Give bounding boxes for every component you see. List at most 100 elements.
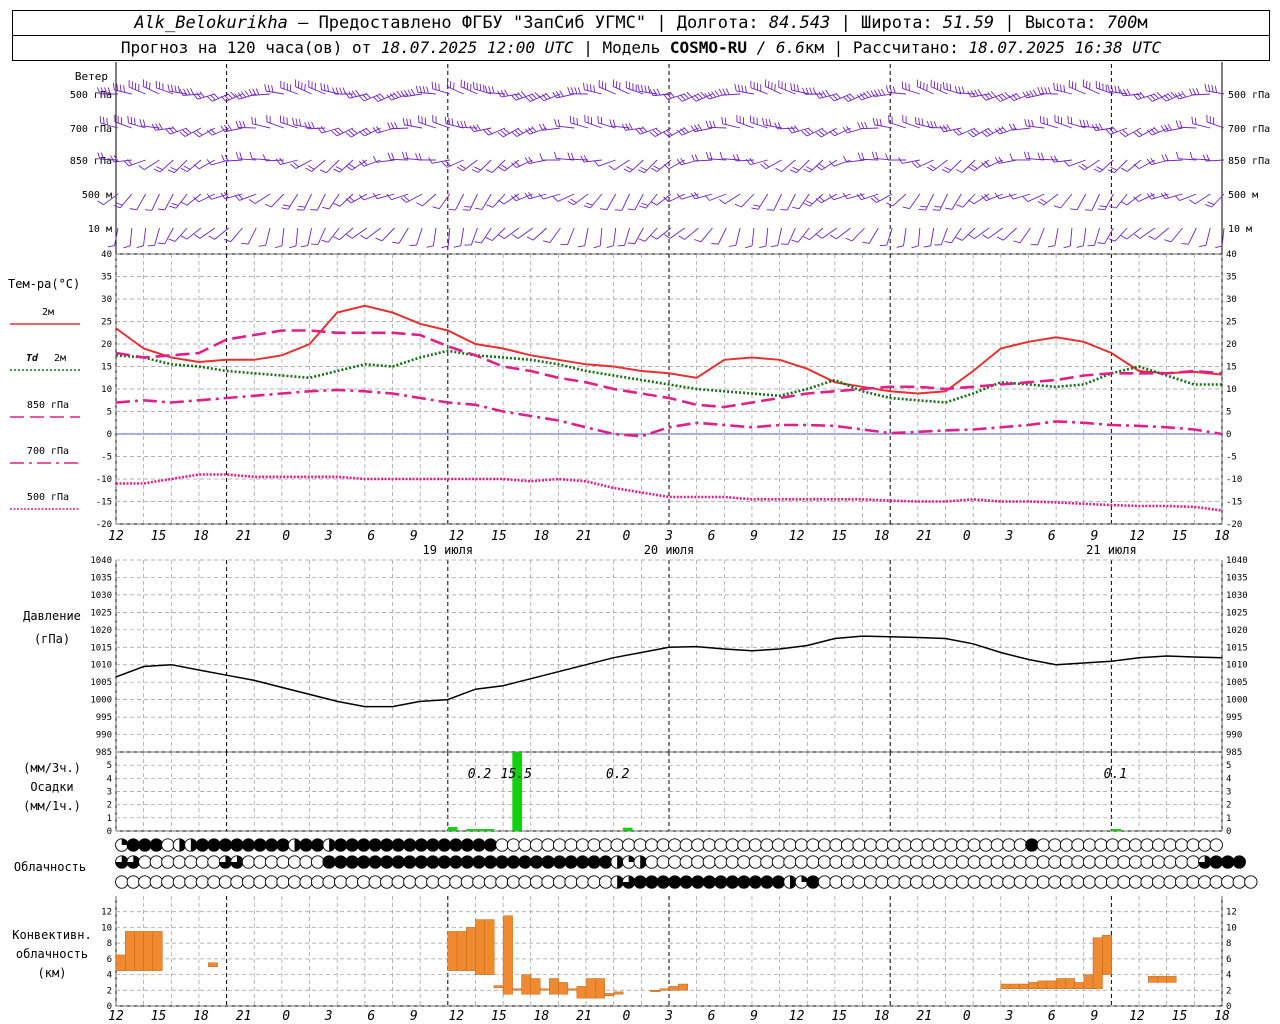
cloud-cover-symbol bbox=[783, 875, 797, 889]
cloud-cover-symbol bbox=[817, 855, 832, 869]
wind-barb-shaft bbox=[1054, 121, 1073, 129]
cloud-cover-symbol bbox=[391, 875, 405, 889]
cloud-symbol-circle bbox=[575, 855, 590, 869]
prec-tick-left: 4 bbox=[107, 774, 112, 784]
wind-barb-flag bbox=[734, 84, 737, 92]
wind-barb-shaft bbox=[175, 193, 188, 209]
wind-barb-shaft bbox=[128, 86, 146, 95]
wind-barb-flag bbox=[1192, 88, 1197, 96]
cloud-cover-symbol bbox=[645, 875, 659, 889]
cloud-cover-symbol bbox=[1163, 875, 1177, 889]
wind-barb-flag bbox=[597, 115, 599, 124]
wind-barb-flag bbox=[830, 234, 837, 240]
cloud-cover-symbol bbox=[414, 855, 428, 869]
cloud-symbol-circle bbox=[840, 838, 855, 852]
cloud-cover-symbol bbox=[575, 855, 590, 869]
cloud-cover-symbol bbox=[956, 838, 970, 852]
convective-bar bbox=[604, 993, 615, 996]
cloud-symbol-circle bbox=[334, 838, 348, 852]
wind-barb-shaft bbox=[940, 227, 948, 246]
wind-barb-flag bbox=[416, 202, 423, 207]
cloud-cover-symbol bbox=[1117, 855, 1131, 869]
wind-barb-flag bbox=[298, 206, 306, 208]
wind-barb-flag bbox=[585, 202, 593, 206]
wind-barb-shaft bbox=[1043, 193, 1059, 206]
wind-barb-flag bbox=[451, 118, 454, 126]
convective-bar bbox=[484, 919, 495, 975]
wind-barb-flag bbox=[255, 88, 260, 96]
cloud-symbol-circle bbox=[230, 875, 244, 889]
wind-barb-shaft bbox=[199, 227, 216, 239]
wind-barb-flag bbox=[400, 197, 407, 203]
wind-barb-flag bbox=[405, 151, 409, 159]
cloud-symbol-circle bbox=[863, 855, 878, 869]
cloud-symbol-circle bbox=[449, 838, 463, 852]
cloud-symbol-circle bbox=[449, 875, 463, 889]
wind-barb-shaft bbox=[422, 193, 437, 207]
pres-tick-right: 1015 bbox=[1226, 643, 1248, 653]
cloud-cover-symbol bbox=[829, 875, 843, 889]
cloud-cover-symbol bbox=[737, 875, 751, 889]
wind-barb-flag bbox=[1215, 245, 1223, 249]
wind-barb-flag bbox=[759, 245, 767, 249]
cloud-cover-symbol bbox=[345, 875, 359, 889]
wind-barb-flag bbox=[292, 117, 295, 125]
temp-tick-left: 5 bbox=[107, 408, 112, 418]
cloud-cover-symbol bbox=[1013, 855, 1028, 869]
wind-barb-flag bbox=[1175, 120, 1179, 128]
cloud-symbol-circle bbox=[518, 855, 532, 869]
wind-barb-flag bbox=[520, 91, 527, 97]
cloud-cover-symbol bbox=[760, 875, 774, 889]
cloud-cover-symbol bbox=[1198, 855, 1212, 869]
cloud-cover-symbol bbox=[287, 838, 302, 852]
cloud-symbol-circle bbox=[771, 875, 786, 889]
cloud-symbol-circle bbox=[287, 875, 302, 889]
wind-barb-shaft bbox=[757, 193, 769, 210]
wind-barb-flag bbox=[1040, 87, 1045, 94]
pres-tick-right: 995 bbox=[1226, 713, 1242, 723]
cloud-symbol-circle bbox=[887, 875, 901, 889]
cloud-cover-symbol bbox=[403, 875, 417, 889]
wind-barb-flag bbox=[444, 116, 447, 124]
cloud-symbol-circle bbox=[1071, 838, 1085, 852]
cloud-cover-symbol bbox=[1036, 855, 1051, 869]
wind-barb-flag bbox=[864, 121, 868, 129]
wind-barb-flag bbox=[939, 125, 945, 133]
convective-bar bbox=[207, 962, 218, 967]
precip-unit-1h: (мм/1ч.) bbox=[23, 799, 81, 813]
wind-barb-flag bbox=[961, 86, 965, 94]
wind-barb-flag bbox=[475, 207, 483, 210]
wind-barb-shaft bbox=[114, 89, 132, 95]
cloud-cover-symbol bbox=[1025, 875, 1039, 889]
x-tick-label: 3 bbox=[324, 529, 333, 544]
convective-bar bbox=[1083, 974, 1094, 989]
convective-bar bbox=[1065, 978, 1076, 989]
wind-barb-flag bbox=[426, 245, 434, 248]
cloud-symbol-circle bbox=[115, 875, 129, 889]
wind-barb-flag bbox=[1084, 209, 1093, 211]
cloud-symbol-circle bbox=[979, 855, 993, 869]
wind-barb-flag bbox=[612, 119, 616, 127]
cloud-symbol-circle bbox=[1151, 875, 1166, 889]
wind-barb-shaft bbox=[598, 86, 616, 95]
cloud-symbol-circle bbox=[264, 855, 279, 869]
wind-barb-shaft bbox=[986, 159, 1003, 168]
cloud-cover-symbol bbox=[1048, 875, 1062, 889]
cloud-symbol-circle bbox=[518, 875, 532, 889]
cloud-cover-symbol bbox=[910, 838, 924, 852]
prec-tick-left: 3 bbox=[107, 788, 112, 798]
cloud-symbol-circle bbox=[875, 875, 889, 889]
wind-barb-flag bbox=[230, 91, 236, 98]
cloud-cover-symbol bbox=[115, 855, 129, 869]
wind-barb-flag bbox=[870, 197, 877, 203]
wind-barb-shaft bbox=[634, 193, 644, 211]
cloud-symbol-circle bbox=[852, 855, 866, 869]
wind-barb-shaft bbox=[614, 159, 630, 171]
cloud-symbol-circle bbox=[345, 855, 359, 869]
wind-barb-flag bbox=[557, 119, 561, 127]
wind-barb-flag bbox=[880, 88, 886, 96]
cloud-cover-symbol bbox=[691, 875, 705, 889]
wind-barb-flag bbox=[866, 90, 872, 97]
wind-barb-flag bbox=[1029, 90, 1034, 97]
cloud-cover-symbol bbox=[610, 855, 624, 869]
